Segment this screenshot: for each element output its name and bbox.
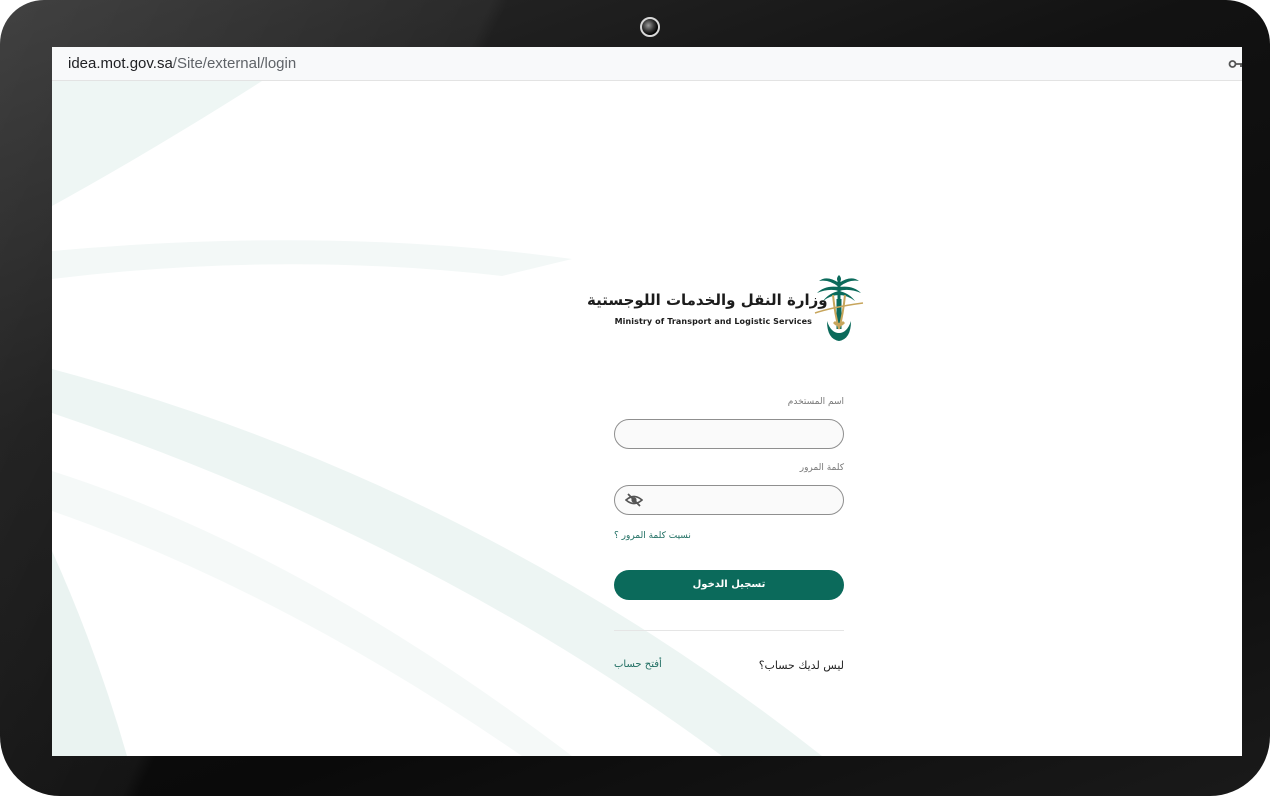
username-label: اسم المستخدم xyxy=(787,397,844,407)
ministry-name-arabic: وزارة النقل والخدمات اللوجستية xyxy=(587,291,828,309)
login-button[interactable]: تسجيل الدخول xyxy=(614,570,844,600)
camera-icon xyxy=(640,17,660,37)
ministry-name-english: Ministry of Transport and Logistic Servi… xyxy=(614,317,812,326)
forgot-password-link[interactable]: نسيت كلمة المرور ؟ xyxy=(614,531,691,541)
ministry-logo: وزارة النقل والخدمات اللوجستية Ministry … xyxy=(587,273,867,345)
login-page: وزارة النقل والخدمات اللوجستية Ministry … xyxy=(52,81,1242,756)
url-path: /Site/external/login xyxy=(172,55,297,72)
url-text[interactable]: idea.mot.gov.sa/Site/external/login xyxy=(68,47,296,80)
password-label: كلمة المرور xyxy=(799,463,844,473)
address-bar[interactable]: idea.mot.gov.sa/Site/external/login xyxy=(52,47,1242,81)
form-divider xyxy=(614,630,844,631)
palm-swords-emblem-icon xyxy=(814,275,864,341)
eye-slash-icon[interactable] xyxy=(625,492,643,508)
url-domain: idea.mot.gov.sa xyxy=(68,55,173,72)
browser-screen: idea.mot.gov.sa/Site/external/login وزار… xyxy=(52,47,1242,756)
username-input[interactable] xyxy=(614,419,844,449)
key-icon[interactable] xyxy=(1228,56,1242,72)
no-account-text: ليس لديك حساب؟ xyxy=(758,659,844,672)
password-input[interactable] xyxy=(614,485,844,515)
open-account-link[interactable]: أفتح حساب xyxy=(614,659,662,670)
